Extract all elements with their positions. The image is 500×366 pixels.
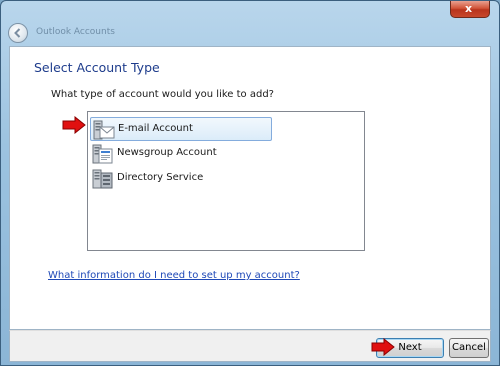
close-button[interactable]: x	[450, 1, 490, 18]
newsgroup-account-icon	[92, 144, 114, 164]
account-type-list[interactable]: E-mail Account Newsgroup Account Directo…	[87, 111, 365, 251]
back-arrow-icon	[14, 28, 21, 38]
wizard-window: Outlook Accounts x Select Account Type W…	[0, 0, 500, 366]
wizard-content: Select Account Type What type of account…	[9, 46, 491, 330]
close-icon: x	[465, 2, 473, 15]
email-account-icon	[93, 120, 115, 140]
directory-service-icon	[92, 169, 114, 189]
list-item-label: Newsgroup Account	[117, 147, 217, 158]
cancel-button[interactable]: Cancel	[449, 338, 489, 358]
list-item-label: Directory Service	[117, 172, 204, 183]
list-item-newsgroup-account[interactable]: Newsgroup Account	[90, 142, 272, 166]
pointer-arrow-icon	[371, 338, 395, 356]
list-item-label: E-mail Account	[118, 123, 193, 134]
back-button[interactable]	[8, 23, 28, 43]
help-link[interactable]: What information do I need to set up my …	[48, 270, 300, 281]
window-title: Outlook Accounts	[36, 27, 115, 37]
account-type-question: What type of account would you like to a…	[51, 89, 274, 100]
title-bar: Outlook Accounts x	[1, 1, 499, 45]
list-item-email-account[interactable]: E-mail Account	[90, 117, 272, 141]
list-item-directory-service[interactable]: Directory Service	[90, 167, 272, 191]
button-bar: Next Cancel	[9, 330, 491, 362]
page-heading: Select Account Type	[34, 60, 160, 75]
pointer-arrow-icon	[62, 116, 86, 134]
